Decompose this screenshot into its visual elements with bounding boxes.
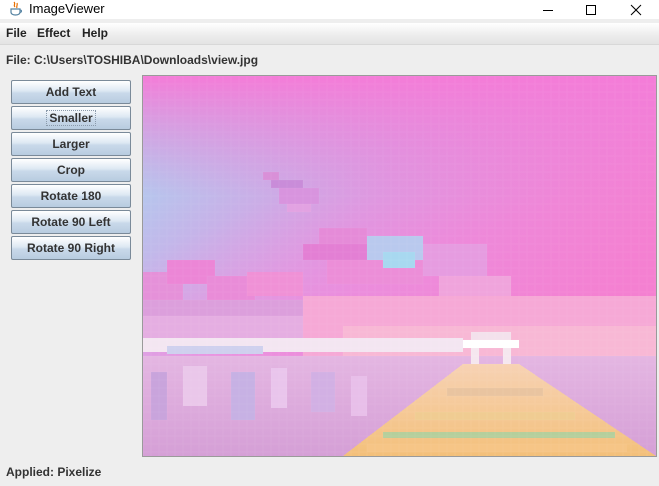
rotate-90-left-button-label: Rotate 90 Left <box>31 215 111 229</box>
larger-button-label: Larger <box>52 137 90 151</box>
menu-help[interactable]: Help <box>82 26 108 41</box>
larger-button[interactable]: Larger <box>11 132 131 156</box>
crop-button-label: Crop <box>57 163 85 177</box>
menu-file[interactable]: File <box>6 26 27 41</box>
smaller-button[interactable]: Smaller <box>11 106 131 130</box>
close-icon <box>630 4 642 15</box>
add-text-button[interactable]: Add Text <box>11 80 131 104</box>
rotate-180-button-label: Rotate 180 <box>40 189 102 203</box>
close-button[interactable] <box>613 0 659 19</box>
crop-button[interactable]: Crop <box>11 158 131 182</box>
window-title: ImageViewer <box>29 1 105 16</box>
pixelized-image <box>143 76 656 456</box>
maximize-button[interactable] <box>568 0 614 19</box>
java-app-icon <box>10 1 23 16</box>
rotate-90-right-button[interactable]: Rotate 90 Right <box>11 236 131 260</box>
maximize-icon <box>586 4 596 15</box>
menu-bar: File Effect Help <box>0 23 659 45</box>
rotate-90-right-button-label: Rotate 90 Right <box>26 241 115 255</box>
minimize-icon <box>543 9 553 11</box>
status-label: Applied: Pixelize <box>6 465 102 479</box>
image-canvas[interactable] <box>142 75 657 457</box>
app-window: ImageViewer File Effect Help File: C:\Us… <box>0 0 659 486</box>
smaller-button-label: Smaller <box>46 110 96 126</box>
add-text-button-label: Add Text <box>45 85 97 99</box>
rotate-180-button[interactable]: Rotate 180 <box>11 184 131 208</box>
rotate-90-left-button[interactable]: Rotate 90 Left <box>11 210 131 234</box>
minimize-button[interactable] <box>525 0 571 19</box>
title-bar[interactable]: ImageViewer <box>0 0 659 19</box>
file-path-label: File: C:\Users\TOSHIBA\Downloads\view.jp… <box>6 53 259 67</box>
menu-effect[interactable]: Effect <box>37 26 70 41</box>
